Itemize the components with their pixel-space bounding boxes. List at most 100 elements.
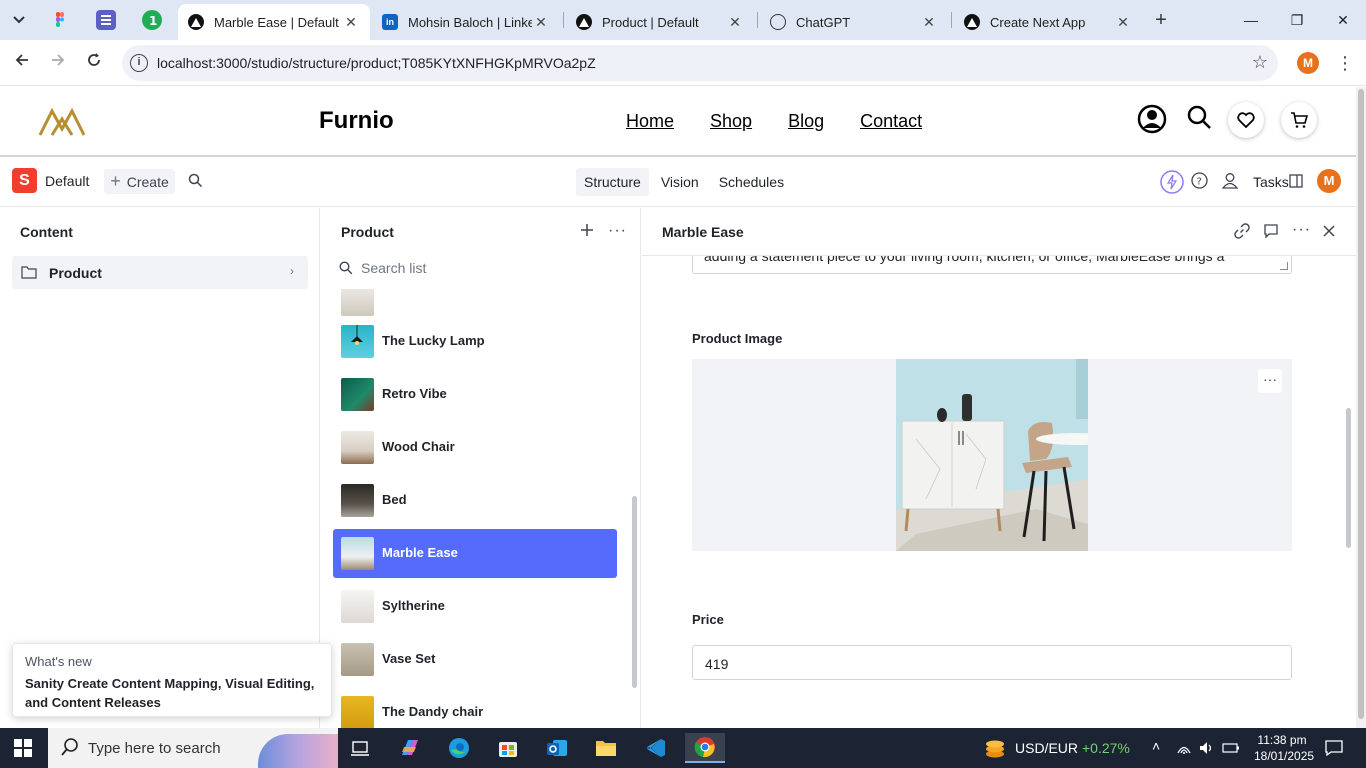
site-brand[interactable]: Furnio	[319, 107, 394, 135]
page-scrollbar-thumb[interactable]	[1358, 89, 1364, 719]
list-item[interactable]: Syltherine	[333, 582, 617, 631]
sanity-logo-icon[interactable]: S	[12, 168, 37, 193]
workspace-name[interactable]: Default	[45, 173, 89, 189]
chevron-up-icon[interactable]: ˄	[1152, 738, 1160, 754]
planner-icon[interactable]	[96, 10, 116, 30]
product-thumbnail	[341, 590, 374, 623]
store-icon[interactable]	[488, 733, 528, 763]
minimize-button[interactable]: —	[1236, 8, 1266, 32]
tab-schedules[interactable]: Schedules	[711, 168, 792, 196]
address-bar[interactable]: i localhost:3000/studio/structure/produc…	[122, 45, 1278, 81]
browser-profile-avatar[interactable]: M	[1297, 52, 1319, 74]
page-scrollbar[interactable]	[1356, 87, 1366, 728]
battery-icon[interactable]	[1222, 741, 1240, 755]
volume-icon[interactable]	[1198, 740, 1214, 756]
window-close-button[interactable]: ✕	[1328, 8, 1358, 32]
image-options-icon[interactable]: ···	[1258, 369, 1282, 393]
close-icon[interactable]: ✕	[726, 14, 744, 31]
back-button[interactable]	[10, 51, 34, 75]
list-item[interactable]: The Dandy chair	[333, 688, 617, 728]
close-icon[interactable]	[1322, 224, 1336, 238]
list-item[interactable]: Vase Set	[333, 635, 617, 684]
url-text[interactable]: localhost:3000/studio/structure/product;…	[157, 55, 596, 71]
nav-shop-link[interactable]: Shop	[710, 111, 752, 132]
tab-create-next-app[interactable]: Create Next App ✕	[954, 4, 1142, 40]
list-item-title: Retro Vibe	[382, 386, 447, 401]
vscode-icon[interactable]	[636, 733, 676, 763]
close-icon[interactable]: ✕	[920, 14, 938, 31]
wifi-icon[interactable]	[1176, 740, 1192, 756]
taskbar-search-box[interactable]: Type here to search	[48, 728, 338, 768]
tab-structure[interactable]: Structure	[576, 168, 649, 196]
nav-home-link[interactable]: Home	[626, 111, 674, 132]
user-account-icon[interactable]	[1137, 104, 1167, 134]
reload-icon	[88, 53, 100, 66]
browser-menu-icon[interactable]: ⋮	[1336, 50, 1354, 76]
chrome-icon[interactable]	[685, 733, 725, 763]
resize-handle-icon[interactable]	[1279, 262, 1289, 270]
comment-icon[interactable]	[1263, 223, 1279, 239]
users-icon[interactable]	[1221, 172, 1239, 189]
toast-title[interactable]: Sanity Create Content Mapping, Visual Ed…	[25, 674, 315, 712]
tab-linkedin[interactable]: in Mohsin Baloch | Linked ✕	[372, 4, 560, 40]
close-icon[interactable]: ✕	[532, 14, 550, 31]
stocks-icon[interactable]	[983, 736, 1007, 760]
document-scrollbar[interactable]	[1346, 408, 1351, 548]
list-item-selected[interactable]: Marble Ease	[333, 529, 617, 578]
tab-chatgpt[interactable]: ChatGPT ✕	[760, 4, 948, 40]
whatsapp-icon[interactable]: 1	[142, 10, 162, 30]
add-document-icon[interactable]	[580, 223, 594, 237]
site-info-icon[interactable]: i	[130, 54, 148, 72]
wishlist-button[interactable]	[1228, 102, 1264, 138]
nav-blog-link[interactable]: Blog	[788, 111, 824, 132]
list-item[interactable]: Retro Vibe	[333, 370, 617, 419]
tab-vision[interactable]: Vision	[653, 168, 707, 196]
task-view-icon[interactable]	[340, 733, 380, 763]
link-icon[interactable]	[1234, 223, 1250, 239]
furnio-logo-icon[interactable]	[38, 105, 86, 137]
ticker-label[interactable]: USD/EUR	[1015, 740, 1078, 756]
price-label: Price	[692, 612, 724, 627]
more-options-icon[interactable]: ···	[1292, 221, 1311, 239]
more-options-icon[interactable]: ···	[608, 222, 627, 240]
list-item[interactable]: Wood Chair	[333, 423, 617, 472]
panel-toggle-icon[interactable]	[1289, 174, 1303, 188]
price-input[interactable]: 419	[692, 645, 1292, 680]
reload-button[interactable]	[82, 51, 106, 75]
search-icon	[61, 738, 78, 756]
product-image-field[interactable]: ···	[692, 359, 1292, 551]
tab-product-default[interactable]: Product | Default ✕	[566, 4, 754, 40]
search-icon[interactable]	[188, 173, 203, 188]
create-button[interactable]: + Create	[104, 169, 175, 194]
close-icon[interactable]: ✕	[1114, 14, 1132, 31]
list-search-input[interactable]: Search list	[339, 260, 426, 276]
lightning-icon[interactable]	[1160, 170, 1184, 194]
restore-button[interactable]: ❐	[1282, 8, 1312, 32]
nav-contact-link[interactable]: Contact	[860, 111, 922, 132]
list-item[interactable]: The Lucky Lamp	[333, 317, 617, 366]
search-icon[interactable]	[1186, 104, 1212, 130]
bookmark-star-icon[interactable]: ☆	[1252, 52, 1268, 73]
forward-button[interactable]	[46, 51, 70, 75]
close-icon[interactable]: ✕	[342, 14, 360, 31]
whats-new-toast[interactable]: What's new Sanity Create Content Mapping…	[12, 643, 332, 717]
outlook-icon[interactable]	[537, 733, 577, 763]
help-icon[interactable]: ?	[1191, 172, 1208, 189]
windows-start-icon[interactable]	[14, 739, 32, 757]
notifications-icon[interactable]	[1325, 739, 1343, 757]
figma-icon[interactable]	[50, 10, 70, 30]
tab-marble-ease[interactable]: Marble Ease | Default ✕	[178, 4, 370, 40]
user-avatar[interactable]: M	[1317, 169, 1341, 193]
cart-button[interactable]	[1281, 102, 1317, 138]
list-item[interactable]: Bed	[333, 476, 617, 525]
tasks-button[interactable]: Tasks	[1253, 174, 1289, 190]
edge-icon[interactable]	[439, 733, 479, 763]
list-scrollbar[interactable]	[632, 496, 637, 688]
system-clock[interactable]: 11:38 pm 18/01/2025	[1254, 732, 1314, 764]
copilot-icon[interactable]	[390, 733, 430, 763]
content-item-product[interactable]: Product ›	[12, 256, 308, 289]
new-tab-button[interactable]: +	[1150, 8, 1172, 32]
product-thumbnail	[341, 696, 374, 728]
tab-search-button[interactable]	[6, 8, 32, 32]
file-explorer-icon[interactable]	[586, 733, 626, 763]
